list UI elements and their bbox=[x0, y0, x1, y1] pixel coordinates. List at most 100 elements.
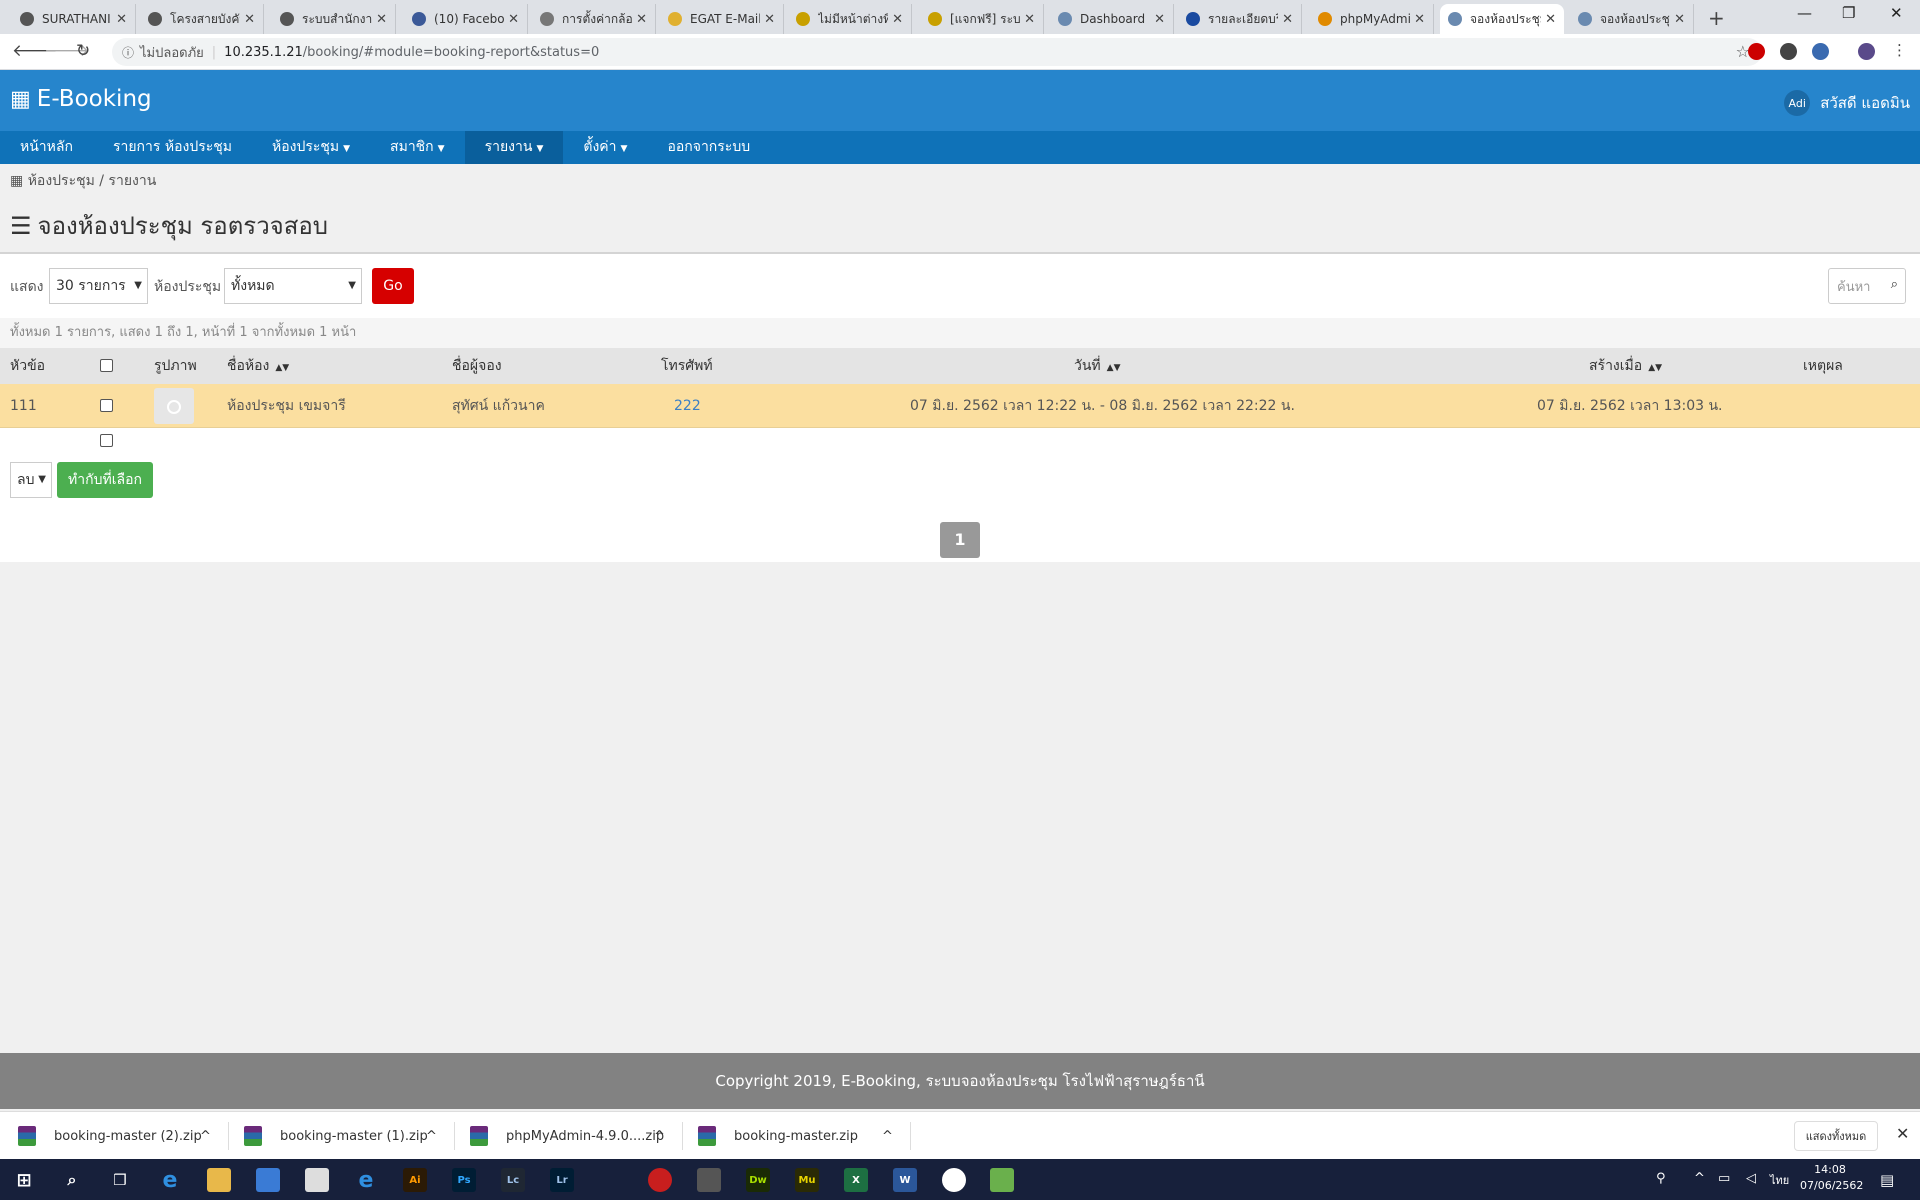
tab-close-icon[interactable]: ✕ bbox=[892, 12, 903, 27]
tab-close-icon[interactable]: ✕ bbox=[1154, 12, 1165, 27]
tab-close-icon[interactable]: ✕ bbox=[1282, 12, 1293, 27]
calculator-icon[interactable] bbox=[697, 1168, 721, 1192]
illustrator-icon[interactable]: Ai bbox=[403, 1168, 427, 1192]
browser-tab[interactable]: รายละเอียดบริ ✕ bbox=[1178, 4, 1302, 34]
table-row[interactable]: 111 ห้องประชุม เขมจารี สุทัศน์ แก้วนาค 2… bbox=[0, 384, 1920, 428]
muse-icon[interactable]: Mu bbox=[795, 1168, 819, 1192]
window-close-button[interactable]: ✕ bbox=[1890, 4, 1903, 22]
select-all-checkbox-bottom[interactable] bbox=[100, 434, 113, 447]
tab-close-icon[interactable]: ✕ bbox=[764, 12, 775, 27]
notifications-icon[interactable]: ▤ bbox=[1880, 1171, 1894, 1189]
browser-tab[interactable]: (10) Faceboo✕ bbox=[404, 4, 528, 34]
nav-item[interactable]: ออกจากระบบ bbox=[647, 131, 770, 164]
page-size-select[interactable]: 30 รายการ ▼ bbox=[49, 268, 148, 304]
download-item[interactable]: booking-master.zip bbox=[698, 1112, 858, 1160]
close-downloads-icon[interactable]: ✕ bbox=[1896, 1124, 1909, 1143]
col-created[interactable]: สร้างเมื่อ ▲▼ bbox=[1589, 348, 1662, 386]
search-icon[interactable]: ⌕ bbox=[60, 1168, 84, 1192]
download-item[interactable]: booking-master (1).zip bbox=[244, 1112, 428, 1160]
nav-item[interactable]: รายงาน ▼ bbox=[464, 131, 564, 164]
edge-icon[interactable]: e bbox=[158, 1168, 182, 1193]
minimize-button[interactable]: — bbox=[1797, 4, 1812, 22]
new-tab-button[interactable]: + bbox=[1708, 6, 1725, 30]
search-icon[interactable]: ⌕ bbox=[1891, 277, 1898, 292]
tab-close-icon[interactable]: ✕ bbox=[508, 12, 519, 27]
browser-tab[interactable]: โครงสายบังคับบ ✕ bbox=[140, 4, 264, 34]
adblock-extension-icon[interactable] bbox=[1748, 43, 1765, 60]
system-clock[interactable]: 14:08 07/06/2562 bbox=[1800, 1162, 1863, 1194]
task-view-icon[interactable]: ❒ bbox=[108, 1168, 132, 1192]
profile-avatar-icon[interactable] bbox=[1858, 43, 1875, 60]
row-checkbox[interactable] bbox=[100, 399, 113, 412]
download-options-icon[interactable]: ^ bbox=[882, 1112, 893, 1160]
download-options-icon[interactable]: ^ bbox=[654, 1112, 665, 1160]
extension-icon[interactable] bbox=[1780, 43, 1797, 60]
bulk-action-select[interactable]: ลบ ▼ bbox=[10, 462, 52, 498]
tray-chevron-icon[interactable]: ^ bbox=[1694, 1171, 1705, 1186]
pagination-page[interactable]: 1 bbox=[940, 522, 980, 558]
network-icon[interactable]: ▭ bbox=[1718, 1171, 1730, 1186]
nav-item[interactable]: ตั้งค่า ▼ bbox=[563, 131, 647, 164]
browser-tab[interactable]: Dashboard ✕ bbox=[1050, 4, 1174, 34]
tab-close-icon[interactable]: ✕ bbox=[116, 12, 127, 27]
language-indicator[interactable]: ไทย bbox=[1770, 1171, 1789, 1189]
people-icon[interactable]: ⚲ bbox=[1656, 1171, 1666, 1186]
sort-icon[interactable]: ▲▼ bbox=[275, 363, 289, 373]
nav-item[interactable]: หน้าหลัก bbox=[0, 131, 93, 164]
puzzle-extension-icon[interactable] bbox=[1812, 43, 1829, 60]
download-item[interactable]: booking-master (2).zip bbox=[18, 1112, 202, 1160]
tab-close-icon[interactable]: ✕ bbox=[1024, 12, 1035, 27]
restore-button[interactable]: ❐ bbox=[1842, 4, 1855, 22]
download-item[interactable]: phpMyAdmin-4.9.0....zip bbox=[470, 1112, 664, 1160]
security-label[interactable]: ไม่ปลอดภัย bbox=[140, 42, 204, 63]
browser-tab[interactable]: การตั้งค่ากล้อง ✕ bbox=[532, 4, 656, 34]
breadcrumb-text[interactable]: ห้องประชุม / รายงาน bbox=[28, 173, 157, 189]
photoshop-icon[interactable]: Ps bbox=[452, 1168, 476, 1192]
col-room[interactable]: ชื่อห้อง ▲▼ bbox=[227, 348, 289, 386]
select-all-checkbox[interactable] bbox=[100, 359, 113, 372]
tab-close-icon[interactable]: ✕ bbox=[1674, 12, 1685, 27]
app-icon[interactable] bbox=[990, 1168, 1014, 1192]
browser-menu-icon[interactable]: ⋮ bbox=[1892, 41, 1907, 59]
info-icon[interactable]: ⓘ bbox=[122, 44, 134, 61]
col-date[interactable]: วันที่ ▲▼ bbox=[1074, 348, 1121, 386]
download-options-icon[interactable]: ^ bbox=[200, 1112, 211, 1160]
browser-tab[interactable]: EGAT E-Mail ✕ bbox=[660, 4, 784, 34]
address-bar[interactable]: ⓘ ไม่ปลอดภัย | 10.235.1.21 /booking/#mod… bbox=[112, 38, 1762, 66]
browser-tab[interactable]: ระบบสำนักงาน✕ bbox=[272, 4, 396, 34]
file-explorer-icon[interactable] bbox=[207, 1168, 231, 1192]
app-logo[interactable]: ▦ E-Booking bbox=[10, 86, 152, 112]
row-phone-link[interactable]: 222 bbox=[674, 384, 701, 428]
apply-selected-button[interactable]: ทำกับที่เลือก bbox=[57, 462, 153, 498]
search-input[interactable]: ค้นหา ⌕ bbox=[1828, 268, 1906, 304]
browser-tab[interactable]: phpMyAdmin ✕ bbox=[1310, 4, 1434, 34]
chrome-icon[interactable] bbox=[942, 1168, 966, 1192]
excel-icon[interactable]: X bbox=[844, 1168, 868, 1192]
reload-icon[interactable]: ↻ bbox=[76, 41, 90, 61]
show-all-downloads-button[interactable]: แสดงทั้งหมด bbox=[1794, 1121, 1878, 1151]
nav-item[interactable]: รายการ ห้องประชุม bbox=[93, 131, 252, 164]
dreamweaver-icon[interactable]: Dw bbox=[746, 1168, 770, 1192]
sort-icon[interactable]: ▲▼ bbox=[1648, 363, 1662, 373]
browser-tab[interactable]: จองห้องประชุม ✕ bbox=[1570, 4, 1694, 34]
go-button[interactable]: Go bbox=[372, 268, 414, 304]
lightroom-classic-icon[interactable]: Lc bbox=[501, 1168, 525, 1192]
volume-icon[interactable]: ◁ bbox=[1746, 1171, 1756, 1186]
tab-close-icon[interactable]: ✕ bbox=[1414, 12, 1425, 27]
browser-tab[interactable]: จองห้องประชุม ✕ bbox=[1440, 4, 1564, 34]
nav-item[interactable]: ห้องประชุม ▼ bbox=[252, 131, 370, 164]
opera-icon[interactable] bbox=[648, 1168, 672, 1192]
download-options-icon[interactable]: ^ bbox=[426, 1112, 437, 1160]
sort-icon[interactable]: ▲▼ bbox=[1107, 363, 1121, 373]
tab-close-icon[interactable]: ✕ bbox=[1545, 12, 1556, 27]
mail-icon[interactable] bbox=[305, 1168, 329, 1192]
browser-tab[interactable]: SURATHANI ✕ bbox=[12, 4, 136, 34]
nav-item[interactable]: สมาชิก ▼ bbox=[370, 131, 465, 164]
word-icon[interactable]: W bbox=[893, 1168, 917, 1192]
browser-tab[interactable]: [แจกฟรี] ระบบ✕ bbox=[920, 4, 1044, 34]
windows-start-icon[interactable]: ⊞ bbox=[12, 1168, 36, 1192]
internet-explorer-icon[interactable]: e bbox=[354, 1168, 378, 1193]
tab-close-icon[interactable]: ✕ bbox=[376, 12, 387, 27]
store-icon[interactable] bbox=[256, 1168, 280, 1192]
tab-close-icon[interactable]: ✕ bbox=[244, 12, 255, 27]
